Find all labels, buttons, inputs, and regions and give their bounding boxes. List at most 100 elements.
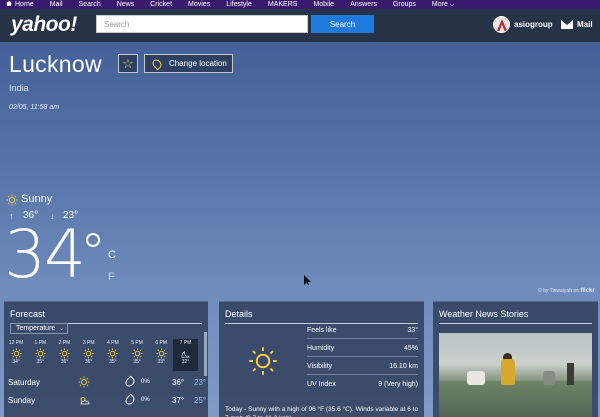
search-button[interactable]: Search <box>311 15 374 33</box>
news-story-image[interactable] <box>439 333 592 417</box>
hour-temp: 35° <box>133 359 141 365</box>
hour-cell: 3 PM 36° <box>77 339 101 371</box>
detail-value: 33° <box>407 327 418 334</box>
favorite-button[interactable]: ☆ <box>118 54 138 73</box>
hour-time: 12 PM <box>8 340 24 346</box>
hour-temp: 32° <box>181 359 190 365</box>
day-low: 23° <box>194 378 207 387</box>
detail-value: 9 (Very high) <box>378 381 418 388</box>
detail-row: Feels like 33° <box>307 323 418 339</box>
divider <box>307 338 418 339</box>
nav-item-home[interactable]: Home <box>0 0 42 9</box>
mail-link[interactable]: Mail <box>577 20 593 29</box>
details-title: Details <box>225 309 253 319</box>
hour-cell: 12 PM 34° <box>4 339 28 371</box>
person-shape <box>543 371 555 385</box>
search-input[interactable] <box>96 15 308 33</box>
hour-temp: 33° <box>157 359 165 365</box>
nav-item-makers[interactable]: MAKERS <box>260 0 306 9</box>
nav-item-search[interactable]: Search <box>71 0 109 9</box>
mouse-cursor-icon <box>304 275 311 285</box>
precip-chance: 0% <box>141 397 150 403</box>
day-high: 37° <box>172 396 185 405</box>
star-icon: ☆ <box>122 56 134 71</box>
hour-cell: 1 PM 35° <box>28 339 52 371</box>
nav-item-groups[interactable]: Groups <box>385 0 424 9</box>
forecast-title: Forecast <box>10 309 46 319</box>
home-icon <box>6 1 12 6</box>
nav-item-mail[interactable]: Mail <box>42 0 71 9</box>
sun-icon <box>78 376 90 388</box>
hour-temp: 35° <box>109 359 117 365</box>
change-location-button[interactable]: Change location <box>144 54 233 73</box>
day-name: Sunday <box>8 396 36 405</box>
sun-icon <box>156 348 167 359</box>
current-temp: 34 <box>4 216 86 293</box>
avatar[interactable] <box>493 16 510 33</box>
hour-time: 4 PM <box>107 340 119 346</box>
mail-icon[interactable] <box>561 20 573 29</box>
unit-celsius-toggle[interactable]: C <box>108 249 116 261</box>
condition-text: Sunny <box>21 193 53 205</box>
day-high: 36° <box>172 378 185 387</box>
hour-cell: 5 PM 35° <box>125 339 149 371</box>
hour-time: 5 PM <box>131 340 143 346</box>
detail-value: 16.10 km <box>389 363 418 370</box>
top-nav: Home Mail Search News Cricket Movies Lif… <box>0 0 600 9</box>
detail-value: 45% <box>403 345 418 352</box>
nav-item-cricket[interactable]: Cricket <box>142 0 180 9</box>
hour-temp: 36° <box>84 359 93 365</box>
nav-item-mobile[interactable]: Mobile <box>305 0 342 9</box>
partly-sunny-icon <box>80 397 90 405</box>
daily-forecast-row[interactable]: Sunday 0% 37° 25° <box>4 393 208 409</box>
detail-row: Visibility 16.10 km <box>307 359 418 375</box>
hourly-scrollbar[interactable] <box>204 332 207 376</box>
raindrop-icon <box>123 393 137 407</box>
forecast-summary: Today - Sunny with a high of 96 °F (35.6… <box>225 406 419 417</box>
sun-icon <box>35 348 46 359</box>
raindrop-icon <box>123 375 137 389</box>
hour-time: 2 PM <box>58 340 71 346</box>
degree-icon <box>86 233 100 247</box>
news-panel: Weather News Stories <box>433 301 598 417</box>
hour-temp: 34° <box>12 359 20 365</box>
nav-item-movies[interactable]: Movies <box>180 0 218 9</box>
username[interactable]: asiogroup <box>514 20 553 29</box>
person-shape <box>567 363 574 385</box>
nav-item-answers[interactable]: Answers <box>342 0 385 9</box>
hour-cell: 4 PM 35° <box>101 339 125 371</box>
divider <box>439 323 592 324</box>
detail-label: UV Index <box>307 381 336 388</box>
detail-row: Humidity 45% <box>307 341 418 357</box>
chevron-down-icon: ⌄ <box>58 326 64 332</box>
country-name: India <box>9 83 29 93</box>
forecast-panel: Forecast Temperature ⌄ 12 PM 34° 1 PM 35° 2 P… <box>4 301 208 417</box>
detail-row: UV Index 9 (Very high) <box>307 377 418 393</box>
day-name: Saturday <box>8 378 41 387</box>
precip-chance: 0% <box>141 379 150 385</box>
day-low: 25° <box>194 396 207 405</box>
avatar-logo-icon <box>497 19 507 31</box>
divider <box>307 374 418 375</box>
unit-fahrenheit-toggle[interactable]: F <box>108 271 115 283</box>
hour-time: 7 PM <box>179 340 192 346</box>
hour-cell: 6 PM 33° <box>149 339 173 371</box>
divider <box>307 356 418 357</box>
forecast-metric-select[interactable]: Temperature ⌄ <box>10 323 68 334</box>
header-bar: yahoo! Search asiogroup Mail <box>0 9 600 42</box>
city-name: Lucknow <box>9 51 102 77</box>
hour-time: 1 PM <box>34 340 47 346</box>
hourly-forecast[interactable]: 12 PM 34° 1 PM 35° 2 PM 36° 3 PM 36° 4 PM 35° 5 PM… <box>4 339 208 371</box>
location-pin-icon <box>150 57 164 70</box>
sun-icon <box>249 347 277 375</box>
sun-icon <box>59 348 70 359</box>
photo-credit[interactable]: © by Tinwaiyah on flickr <box>538 288 595 294</box>
sun-icon <box>131 348 143 359</box>
sun-icon <box>11 348 22 359</box>
nav-item-lifestyle[interactable]: Lifestyle <box>218 0 260 9</box>
yahoo-logo[interactable]: yahoo! <box>11 13 77 37</box>
hour-time: 6 PM <box>155 340 168 346</box>
daily-forecast-row[interactable]: Saturday 0% 36° 23° <box>4 375 208 391</box>
nav-item-news[interactable]: News <box>109 0 143 9</box>
hour-temp: 35° <box>36 359 45 365</box>
